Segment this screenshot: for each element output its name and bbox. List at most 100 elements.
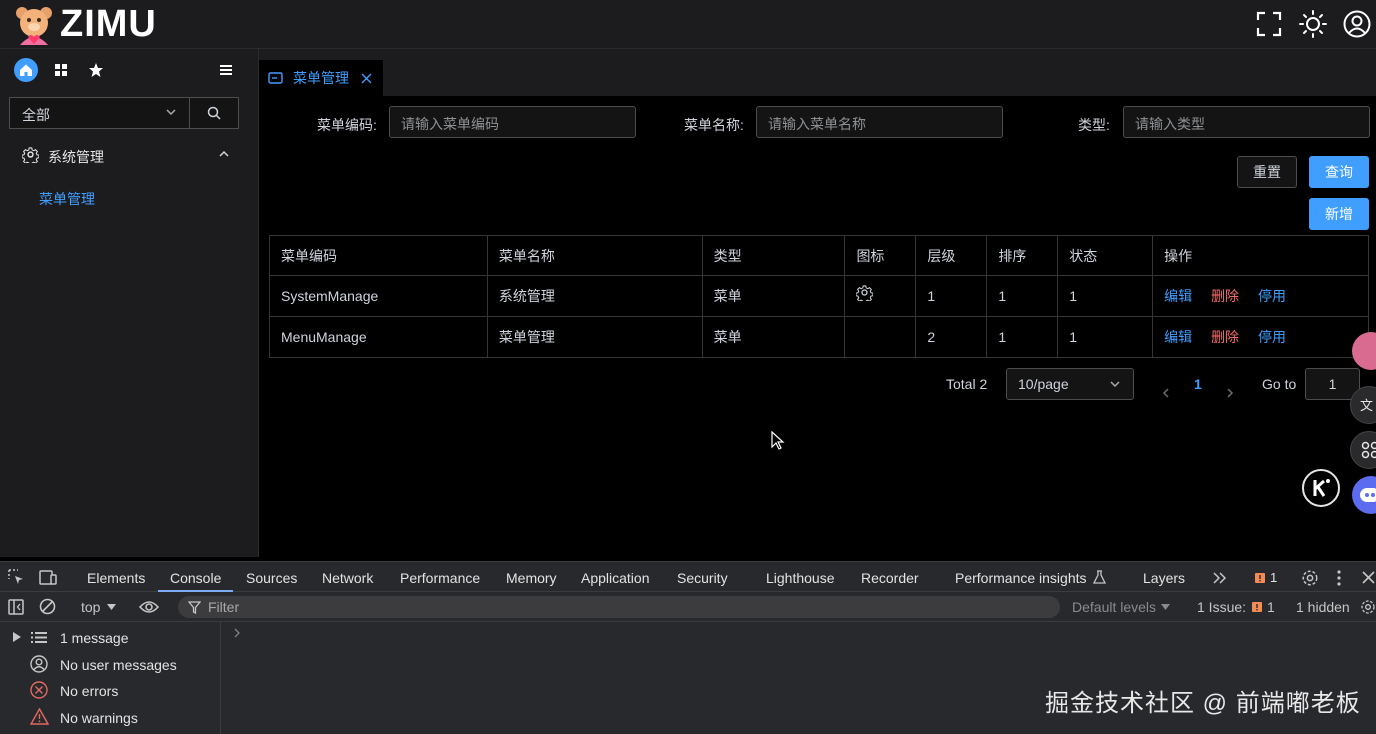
tab-label: 菜单管理 <box>293 70 349 86</box>
devtools-tab-elements[interactable]: Elements <box>87 570 145 586</box>
tab-menu-manage[interactable]: 菜单管理 <box>259 60 383 96</box>
cell-status: 1 <box>1057 275 1154 317</box>
next-page-icon[interactable] <box>1225 377 1235 409</box>
sidebar-group-system[interactable]: 系统管理 <box>22 144 237 166</box>
translate-icon[interactable]: 文 <box>1350 386 1376 424</box>
k-assistant-icon[interactable] <box>1302 469 1340 507</box>
theme-sun-icon[interactable] <box>1299 10 1327 38</box>
tab-page-icon <box>268 72 283 84</box>
fullscreen-icon[interactable] <box>1255 10 1283 38</box>
issue-flag-icon <box>1252 602 1262 612</box>
page-tabs: 菜单管理 <box>259 49 1376 96</box>
collapse-menu-icon[interactable] <box>214 58 238 82</box>
warning-icon <box>30 708 49 725</box>
close-devtools-icon[interactable] <box>1362 571 1375 584</box>
live-expression-eye-icon[interactable] <box>139 600 159 614</box>
console-settings-icon[interactable] <box>1360 599 1376 615</box>
type-input[interactable]: 请输入类型 <box>1123 106 1370 138</box>
cell-name: 菜单管理 <box>486 316 703 358</box>
context-select[interactable]: top <box>81 599 100 615</box>
cell-type: 菜单 <box>701 316 846 358</box>
sidebar-errors[interactable]: No errors <box>60 683 118 699</box>
edit-link[interactable]: 编辑 <box>1164 286 1192 306</box>
apps-grid-icon[interactable] <box>49 58 73 82</box>
devtools-tab-memory[interactable]: Memory <box>506 570 557 586</box>
cell-name: 系统管理 <box>486 275 703 317</box>
kebab-menu-icon[interactable] <box>1336 570 1342 586</box>
favorites-star-icon[interactable] <box>84 58 108 82</box>
message-list-icon <box>31 632 47 643</box>
cell-status: 1 <box>1057 316 1154 358</box>
devtools-tab-layers[interactable]: Layers <box>1143 570 1185 586</box>
prev-page-icon[interactable] <box>1161 377 1171 409</box>
chevron-down-icon <box>166 109 176 116</box>
cell-code: SystemManage <box>269 275 488 317</box>
menu-search-button[interactable] <box>189 97 239 129</box>
device-toolbar-icon[interactable] <box>39 569 57 586</box>
shortcut-grid-icon[interactable] <box>1350 431 1376 469</box>
console-filter-input[interactable]: Filter <box>178 596 1060 618</box>
col-header-status: 状态 <box>1057 235 1154 276</box>
menu-code-input[interactable]: 请输入菜单编码 <box>389 106 636 138</box>
col-header-code: 菜单编码 <box>269 235 488 276</box>
close-icon[interactable] <box>361 73 372 84</box>
delete-link[interactable]: 删除 <box>1211 286 1239 306</box>
inspect-element-icon[interactable] <box>8 569 25 586</box>
page-size-select[interactable]: 10/page <box>1006 368 1134 400</box>
devtools-tab-sources[interactable]: Sources <box>246 570 297 586</box>
devtools-tab-application[interactable]: Application <box>581 570 650 586</box>
user-icon[interactable] <box>1343 10 1371 38</box>
table-row: SystemManage 系统管理 菜单 1 1 1 编辑 删除 停用 <box>269 275 1369 317</box>
devtools-tab-security[interactable]: Security <box>677 570 728 586</box>
sidebar-toggle-icon[interactable] <box>8 599 24 615</box>
delete-link[interactable]: 删除 <box>1211 327 1239 347</box>
sidebar-warnings[interactable]: No warnings <box>60 710 138 726</box>
chatbot-icon[interactable] <box>1352 476 1376 514</box>
bear-logo-icon <box>16 7 52 45</box>
page-size-value: 10/page <box>1018 376 1069 392</box>
floating-tool-icon[interactable] <box>1352 332 1376 370</box>
console-prompt-chevron-icon[interactable] <box>233 628 241 638</box>
sidebar-item-menu-manage[interactable]: 菜单管理 <box>39 189 95 209</box>
issues-label[interactable]: 1 Issue: <box>1197 599 1246 615</box>
sidebar-messages[interactable]: 1 message <box>60 630 128 646</box>
issue-flag-icon[interactable] <box>1254 572 1266 584</box>
cell-sort: 1 <box>986 316 1059 358</box>
filter-placeholder: Filter <box>208 599 240 615</box>
devtools-tab-console[interactable]: Console <box>170 570 221 586</box>
add-button[interactable]: 新增 <box>1309 198 1369 230</box>
disable-link[interactable]: 停用 <box>1258 327 1286 347</box>
menu-name-input[interactable]: 请输入菜单名称 <box>756 106 1003 138</box>
clear-console-icon[interactable] <box>39 598 56 615</box>
devtools-tab-performance[interactable]: Performance <box>400 570 480 586</box>
more-tabs-icon[interactable] <box>1213 572 1227 584</box>
home-icon[interactable] <box>14 58 38 82</box>
devtools-tab-performance-insights[interactable]: Performance insights <box>955 570 1087 586</box>
query-button[interactable]: 查询 <box>1309 156 1369 188</box>
devtools-tab-lighthouse[interactable]: Lighthouse <box>766 570 835 586</box>
cell-code: MenuManage <box>269 316 488 358</box>
reset-button[interactable]: 重置 <box>1237 156 1297 188</box>
edit-link[interactable]: 编辑 <box>1164 327 1192 347</box>
chevron-up-icon <box>219 150 229 157</box>
page-number-current[interactable]: 1 <box>1194 376 1202 408</box>
devtools-tab-network[interactable]: Network <box>322 570 373 586</box>
console-sidebar: 1 message No user messages No errors No … <box>0 622 221 734</box>
devtools-tab-recorder[interactable]: Recorder <box>861 570 919 586</box>
disable-link[interactable]: 停用 <box>1258 286 1286 306</box>
sidebar-user-messages[interactable]: No user messages <box>60 657 177 673</box>
issue-badge-count[interactable]: 1 <box>1270 570 1277 585</box>
expand-triangle-icon[interactable] <box>13 632 21 642</box>
col-header-name: 菜单名称 <box>486 235 703 276</box>
log-levels-select[interactable]: Default levels <box>1072 599 1156 615</box>
setting-icon <box>855 285 874 304</box>
issues-count[interactable]: 1 <box>1267 599 1275 615</box>
watermark: 掘金技术社区 @ 前端嘟老板 <box>1045 690 1361 717</box>
cell-icon <box>844 275 917 317</box>
menu-scope-select[interactable]: 全部 <box>9 97 190 129</box>
settings-gear-icon[interactable] <box>1301 569 1319 587</box>
table-header-row: 菜单编码 菜单名称 类型 图标 层级 排序 状态 操作 <box>269 235 1369 276</box>
app-brand: ZIMU <box>60 3 157 45</box>
cell-icon <box>844 316 917 358</box>
gear-icon <box>22 147 39 163</box>
